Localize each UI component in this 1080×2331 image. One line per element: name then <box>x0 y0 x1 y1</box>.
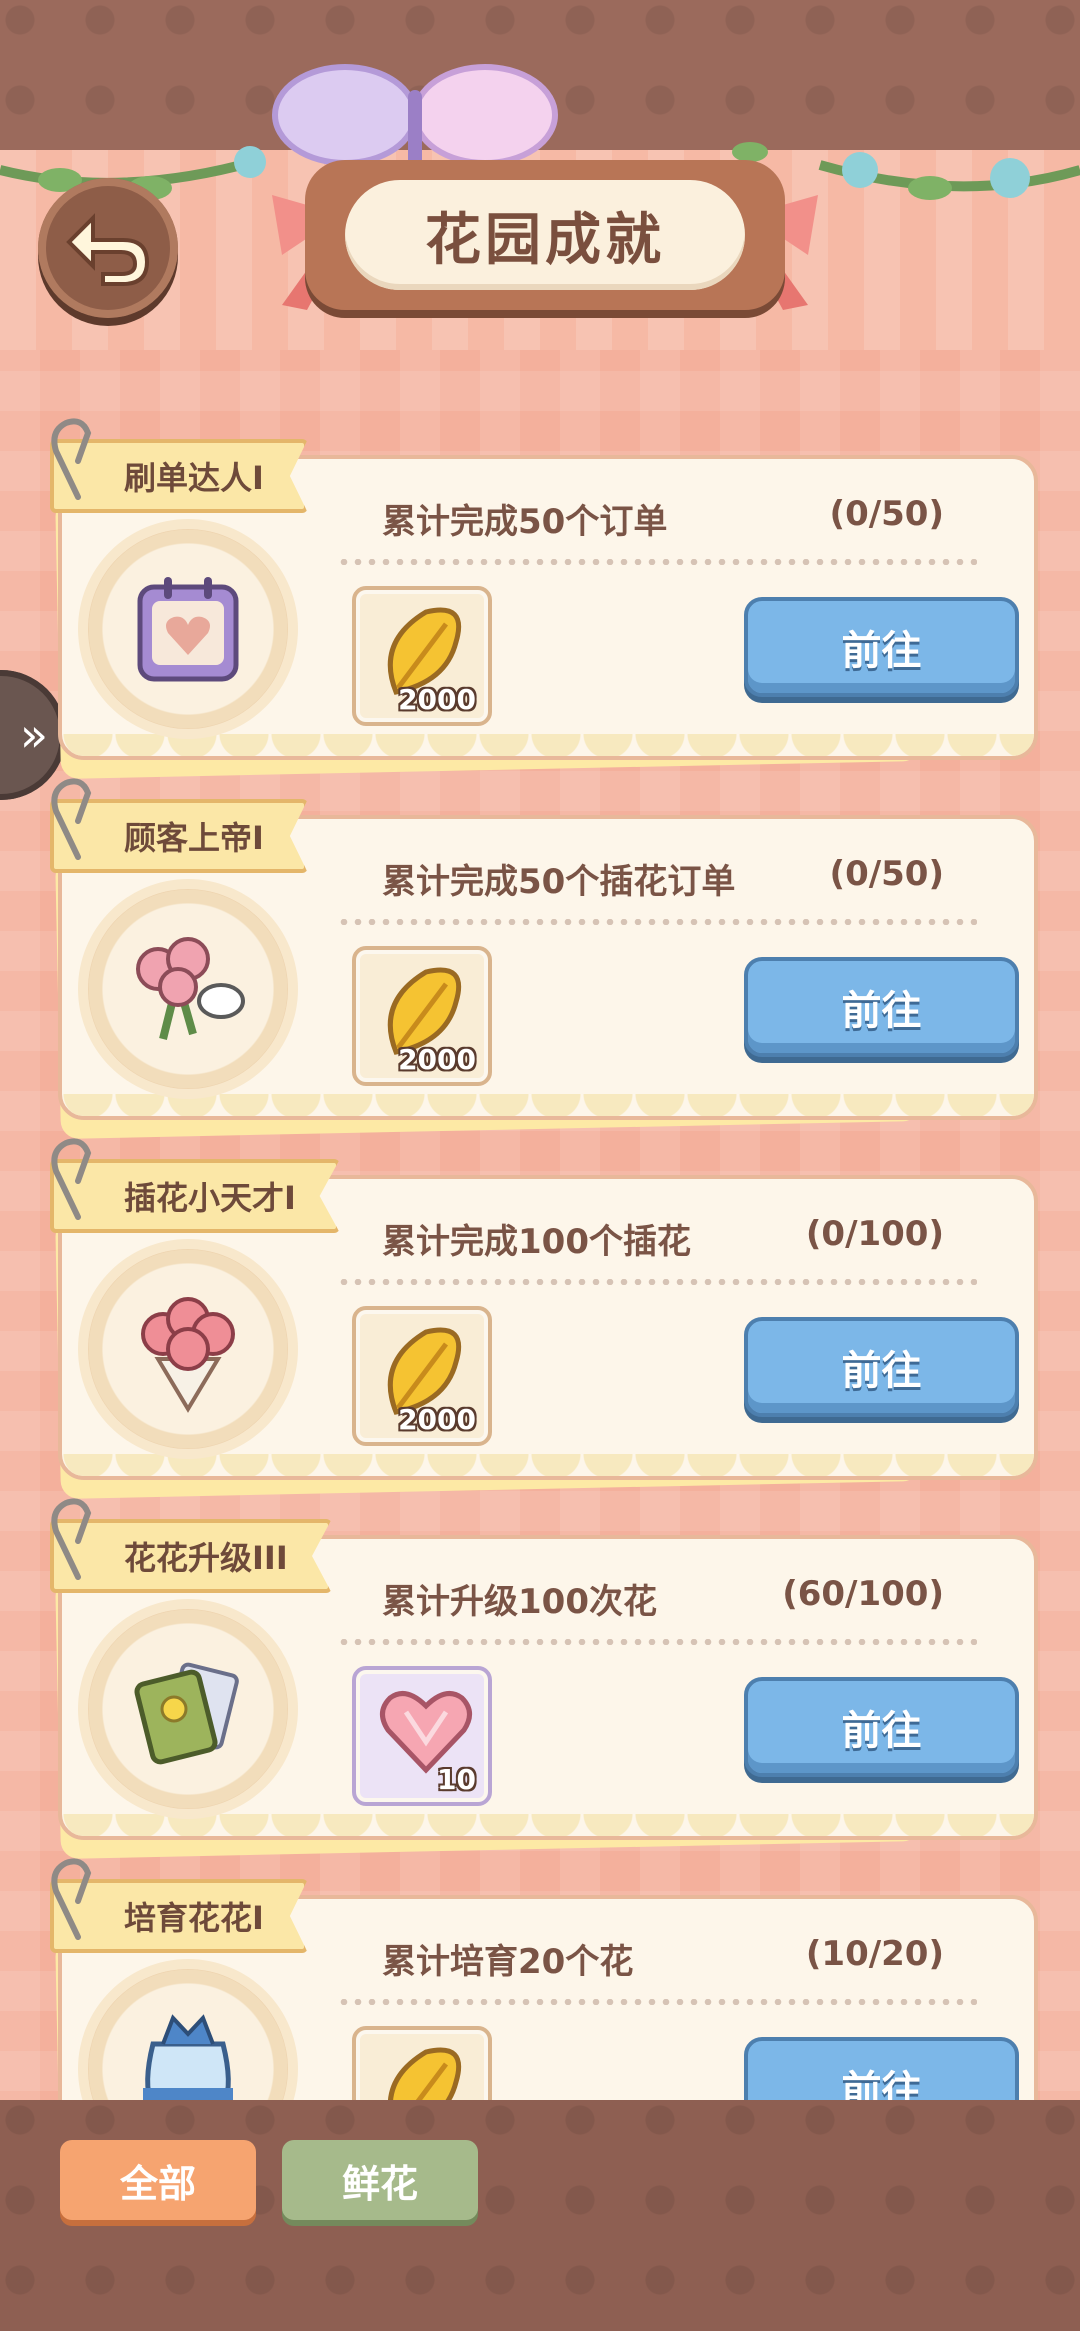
reward-item: 10 <box>352 1666 492 1806</box>
achievement-card: 累计完成50个插花订单 (0/50) 2000 前往 顾客上帝I <box>50 778 1038 1139</box>
achievement-medal <box>88 1249 288 1449</box>
rose-bouquet-icon <box>141 1297 235 1413</box>
paper-clip-icon <box>51 778 92 860</box>
paper-clip-icon <box>51 1138 92 1220</box>
double-chevron-right-icon: » <box>19 708 48 762</box>
title-plaque: 花园成就 <box>305 160 785 310</box>
card-scallop <box>62 734 1034 756</box>
calendar-heart-icon <box>137 577 239 682</box>
go-button[interactable]: 前往 <box>744 597 1019 697</box>
bouquet-hand-icon <box>136 937 245 1040</box>
reward-quantity: 2000 <box>398 1403 476 1436</box>
task-progress: (0/100) <box>805 1214 944 1254</box>
dotted-divider <box>337 1279 977 1285</box>
task-description: 累计完成100个插花 <box>382 1222 691 1262</box>
task-progress: (10/20) <box>805 1934 944 1974</box>
dotted-divider <box>337 559 977 565</box>
achievement-card: 累计升级100次花 (60/100) 10 前往 花花升级III <box>50 1498 1038 1859</box>
task-description: 累计升级100次花 <box>382 1582 657 1622</box>
back-button[interactable] <box>38 178 178 318</box>
go-button[interactable]: 前往 <box>744 1677 1019 1777</box>
go-button[interactable]: 前往 <box>744 957 1019 1057</box>
card-scallop <box>62 1814 1034 1836</box>
reward-item: 2000 <box>352 586 492 726</box>
paper-clip-icon <box>51 1498 92 1580</box>
reward-quantity: 10 <box>437 1763 476 1796</box>
tab-flower[interactable]: 鲜花 <box>282 2140 478 2220</box>
tab-all[interactable]: 全部 <box>60 2140 256 2220</box>
task-description: 累计完成50个插花订单 <box>382 862 736 902</box>
card-scallop <box>62 1454 1034 1476</box>
reward-item: 2000 <box>352 946 492 1086</box>
achievement-medal <box>88 1609 288 1809</box>
page-title: 花园成就 <box>425 207 665 273</box>
reward-quantity: 2000 <box>398 1043 476 1076</box>
go-button[interactable]: 前往 <box>744 1317 1019 1417</box>
achievement-card: 累计完成50个订单 (0/50) 2000 前往 刷单达人I <box>50 418 1038 779</box>
title-plaque-inner: 花园成就 <box>345 180 745 290</box>
achievement-card: 累计完成100个插花 (0/100) 2000 前往 插花小天才I <box>50 1138 1038 1499</box>
task-description: 累计培育20个花 <box>382 1942 634 1982</box>
dotted-divider <box>337 1639 977 1645</box>
back-arrow-icon <box>66 213 150 286</box>
achievement-medal <box>88 889 288 1089</box>
paper-clip-icon <box>51 418 92 500</box>
paper-clip-icon <box>51 1858 92 1940</box>
reward-quantity: 2000 <box>398 683 476 716</box>
task-progress: (0/50) <box>829 494 944 534</box>
flower-book-icon <box>134 1662 239 1765</box>
task-description: 累计完成50个订单 <box>382 502 668 542</box>
dotted-divider <box>337 919 977 925</box>
task-progress: (60/100) <box>782 1574 944 1614</box>
dotted-divider <box>337 1999 977 2005</box>
card-scallop <box>62 1094 1034 1116</box>
reward-item: 2000 <box>352 1306 492 1446</box>
achievement-medal <box>88 529 288 729</box>
task-progress: (0/50) <box>829 854 944 894</box>
